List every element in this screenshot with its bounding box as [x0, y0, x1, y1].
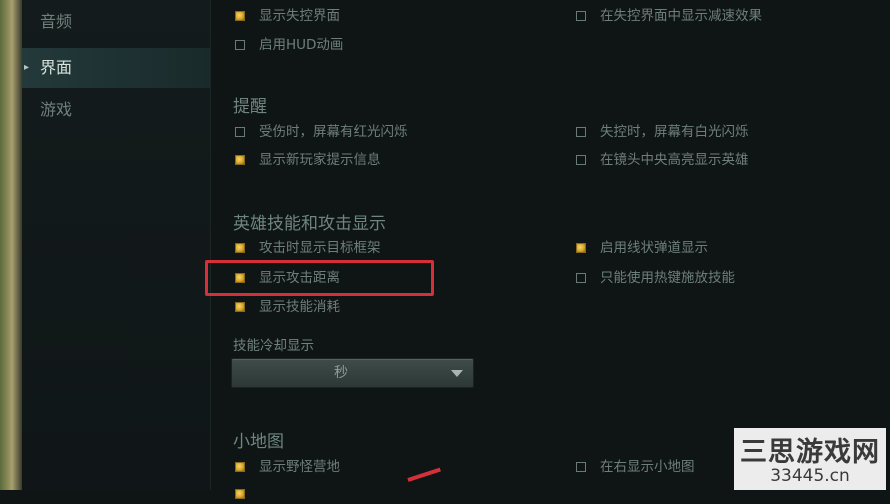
option-label: 只能使用热键施放技能: [600, 270, 735, 286]
option-show-loss-of-control[interactable]: 显示失控界面: [235, 6, 340, 26]
option-target-frame-on-attack[interactable]: 攻击时显示目标框架: [235, 238, 381, 258]
option-label: 显示技能消耗: [259, 299, 340, 315]
section-title-minimap: 小地图: [233, 432, 284, 452]
option-label: 在失控界面中显示减速效果: [600, 8, 762, 24]
section-title-hero-skills: 英雄技能和攻击显示: [233, 214, 386, 234]
checkbox-icon[interactable]: [235, 155, 245, 165]
checkbox-icon[interactable]: [235, 489, 245, 499]
checkbox-icon[interactable]: [235, 243, 245, 253]
active-marker-icon: ▸: [24, 62, 30, 73]
option-linear-projectile[interactable]: 启用线状弹道显示: [576, 238, 708, 258]
option-show-jungle-camps[interactable]: 显示野怪营地: [235, 457, 340, 477]
sidebar-item-label: 游戏: [40, 100, 73, 119]
sidebar-item-audio[interactable]: 音频: [22, 2, 210, 42]
option-partial-checkbox[interactable]: [235, 484, 259, 504]
checkbox-icon[interactable]: [576, 243, 586, 253]
checkbox-icon[interactable]: [576, 11, 586, 21]
option-label: 攻击时显示目标框架: [259, 240, 381, 256]
option-label: 启用线状弹道显示: [600, 240, 708, 256]
option-new-player-tips[interactable]: 显示新玩家提示信息: [235, 150, 381, 170]
option-hotkey-only-cast[interactable]: 只能使用热键施放技能: [576, 268, 735, 288]
option-minimap-right[interactable]: 在右显示小地图: [576, 457, 695, 477]
option-enable-hud-animation[interactable]: 启用HUD动画: [235, 35, 343, 55]
checkbox-icon[interactable]: [576, 273, 586, 283]
sidebar-item-game[interactable]: 游戏: [22, 90, 210, 130]
checkbox-icon[interactable]: [235, 127, 245, 137]
chevron-down-icon: [451, 370, 463, 377]
sidebar-item-interface[interactable]: ▸ 界面: [22, 48, 210, 88]
checkbox-icon[interactable]: [235, 302, 245, 312]
cooldown-display-select[interactable]: 秒: [231, 358, 474, 388]
watermark-domain: 33445.cn: [770, 466, 850, 486]
checkbox-icon[interactable]: [576, 462, 586, 472]
site-watermark-logo: 三思游戏网 33445.cn: [734, 428, 886, 490]
sidebar-item-label: 音频: [40, 12, 73, 31]
option-label: 在右显示小地图: [600, 459, 695, 475]
option-label: 显示野怪营地: [259, 459, 340, 475]
checkbox-icon[interactable]: [576, 127, 586, 137]
option-label: 启用HUD动画: [259, 37, 344, 53]
highlight-annotation-box: [205, 260, 434, 296]
sidebar-item-label: 界面: [40, 58, 73, 77]
option-label: 受伤时，屏幕有红光闪烁: [259, 124, 408, 140]
option-show-skill-cost[interactable]: 显示技能消耗: [235, 297, 340, 317]
option-show-slow-effect[interactable]: 在失控界面中显示减速效果: [576, 6, 762, 26]
settings-panel: 显示失控界面 启用HUD动画 在失控界面中显示减速效果 提醒 受伤时，屏幕有红光…: [211, 0, 890, 499]
option-label: 显示新玩家提示信息: [259, 152, 381, 168]
checkbox-icon[interactable]: [576, 155, 586, 165]
option-white-flash-on-cc[interactable]: 失控时，屏幕有白光闪烁: [576, 122, 749, 142]
dropdown-value: 秒: [334, 365, 348, 381]
watermark-title: 三思游戏网: [740, 437, 880, 468]
checkbox-icon[interactable]: [235, 11, 245, 21]
option-label: 显示失控界面: [259, 8, 340, 24]
checkbox-icon[interactable]: [235, 462, 245, 472]
option-red-flash-on-damage[interactable]: 受伤时，屏幕有红光闪烁: [235, 122, 408, 142]
settings-sidebar: 音频 ▸ 界面 游戏: [22, 0, 211, 490]
game-background-edge: [0, 0, 22, 490]
option-highlight-hero-center[interactable]: 在镜头中央高亮显示英雄: [576, 150, 749, 170]
section-title-reminders: 提醒: [233, 97, 267, 117]
cooldown-display-label: 技能冷却显示: [233, 338, 314, 354]
option-label: 失控时，屏幕有白光闪烁: [600, 124, 749, 140]
option-label: 在镜头中央高亮显示英雄: [600, 152, 749, 168]
checkbox-icon[interactable]: [235, 40, 245, 50]
